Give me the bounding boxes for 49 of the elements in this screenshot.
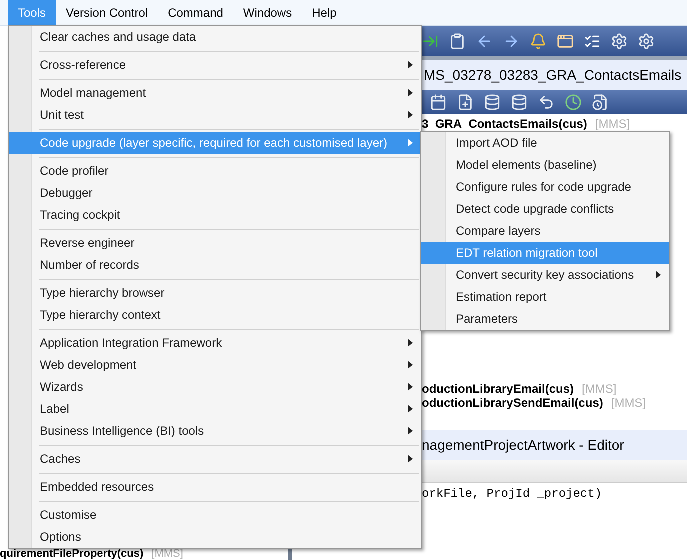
menu-item[interactable]: Parameters: [421, 308, 669, 330]
menu-item[interactable]: Type hierarchy browser: [9, 282, 421, 304]
menu-item[interactable]: Number of records: [9, 254, 421, 276]
undo-icon[interactable]: [538, 94, 555, 110]
tree-item[interactable]: oductionLibrarySendEmail(cus): [422, 396, 604, 410]
menu-item[interactable]: Type hierarchy context: [9, 304, 421, 326]
menu-item[interactable]: Web development: [9, 354, 421, 376]
menu-item[interactable]: Debugger: [9, 182, 421, 204]
layer-label: [MMS]: [611, 396, 646, 410]
tree-item[interactable]: oductionLibraryEmail(cus): [422, 382, 574, 396]
menu-item[interactable]: Label: [9, 398, 421, 420]
menu-item[interactable]: Compare layers: [421, 220, 669, 242]
bell-icon[interactable]: [530, 32, 547, 50]
gear-icon[interactable]: [638, 32, 655, 50]
file-plus-icon[interactable]: [457, 94, 474, 110]
menu-item[interactable]: Clear caches and usage data: [9, 26, 421, 48]
layer-label: [MMS]: [595, 117, 630, 131]
menu-item[interactable]: Model elements (baseline): [421, 154, 669, 176]
menu-item[interactable]: Embedded resources: [9, 476, 421, 498]
window-icon[interactable]: [557, 32, 574, 50]
menu-item[interactable]: Application Integration Framework: [9, 332, 421, 354]
layer-label: [MMS]: [152, 549, 184, 560]
menu-item[interactable]: Detect code upgrade conflicts: [421, 198, 669, 220]
menu-item[interactable]: Code profiler: [9, 160, 421, 182]
clock-icon[interactable]: [565, 94, 582, 110]
menu-item[interactable]: Customise: [9, 504, 421, 526]
menu-item[interactable]: Options: [9, 526, 421, 548]
menu-item[interactable]: Reverse engineer: [9, 232, 421, 254]
menu-item[interactable]: Configure rules for code upgrade: [421, 176, 669, 198]
menu-item[interactable]: Unit test: [9, 104, 421, 126]
tree-item[interactable]: quirementFileProperty(cus): [0, 549, 144, 560]
menu-item[interactable]: Convert security key associations: [421, 264, 669, 286]
calendar-icon[interactable]: [430, 94, 447, 110]
menu-title[interactable]: Help: [302, 0, 347, 25]
menu-item[interactable]: Estimation report: [421, 286, 669, 308]
code-line: orkFile, ProjId _project): [422, 487, 602, 501]
menu-title[interactable]: Windows: [233, 0, 302, 25]
file-clock-icon[interactable]: [592, 94, 609, 110]
menu-title[interactable]: Command: [158, 0, 234, 25]
menu-item[interactable]: Wizards: [9, 376, 421, 398]
tree-item[interactable]: 3_GRA_ContactsEmails(cus): [422, 117, 588, 131]
database-icon[interactable]: [511, 94, 528, 110]
menu-item[interactable]: Import AOD file: [421, 132, 669, 154]
database-icon[interactable]: [484, 94, 501, 110]
layer-label: [MMS]: [582, 382, 617, 396]
gear-icon[interactable]: [611, 32, 628, 50]
menu-title[interactable]: Version Control: [56, 0, 158, 25]
clipboard-icon[interactable]: [449, 32, 466, 50]
menu-item[interactable]: Tracing cockpit: [9, 204, 421, 226]
